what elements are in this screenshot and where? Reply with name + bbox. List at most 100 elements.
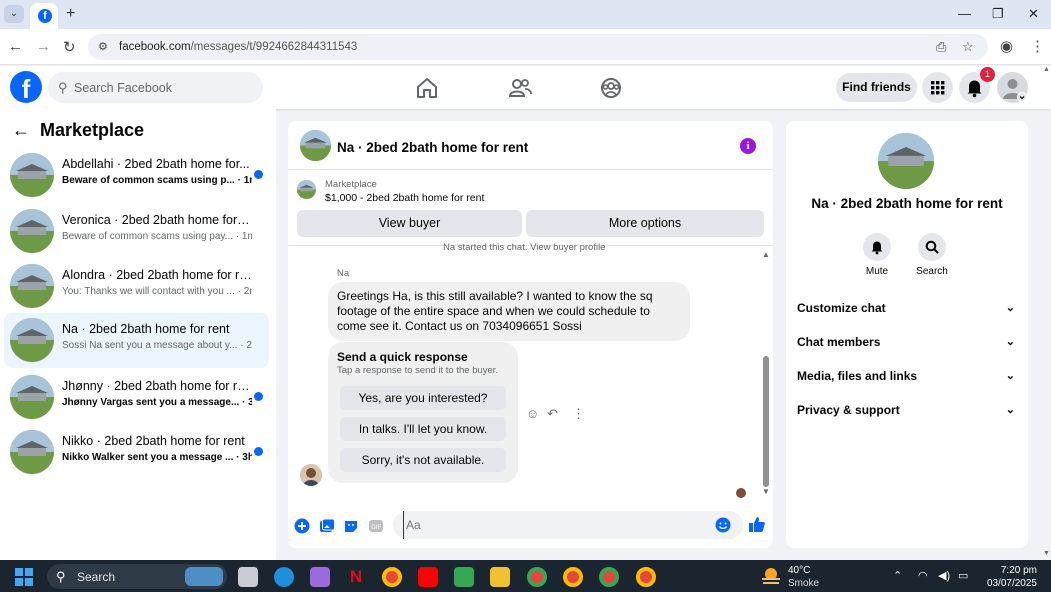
conversation-item[interactable]: Alondra · 2bed 2bath home for rent You: … (4, 259, 269, 314)
task-view-icon[interactable] (238, 567, 258, 587)
svg-text:GIF: GIF (371, 524, 381, 531)
play-store-icon[interactable] (454, 567, 474, 587)
chat-listing-thumbnail[interactable] (300, 130, 331, 161)
profile-icon[interactable]: ◉ (1000, 37, 1013, 55)
url-text[interactable]: facebook.com/messages/t/9924662844311543 (119, 41, 357, 53)
youtube-icon[interactable] (418, 567, 438, 587)
chrome-profile-icon[interactable] (527, 567, 547, 587)
mute-action[interactable]: Mute (857, 233, 897, 277)
tab-search-button[interactable]: ⌄ (4, 5, 24, 23)
chat-scrollbar-thumb[interactable] (763, 356, 769, 487)
taskbar-search[interactable]: ⚲ Search (47, 564, 227, 589)
more-actions-icon[interactable]: ⋮ (572, 406, 585, 422)
listing-mini-thumbnail (297, 180, 316, 199)
site-settings-icon[interactable]: ⚙ (98, 40, 108, 53)
message-input-wrap[interactable] (393, 511, 743, 539)
chevron-down-icon: ⌄ (1005, 404, 1015, 416)
find-friends-button[interactable]: Find friends (836, 73, 917, 102)
facebook-logo-icon[interactable]: f (10, 71, 42, 103)
clock[interactable]: 7:20 pm 03/07/2025 (985, 564, 1037, 590)
battery-icon[interactable]: ▭ (958, 569, 968, 582)
house-image-icon (10, 153, 54, 197)
scroll-down-icon[interactable]: ▼ (762, 487, 770, 496)
customize-chat-row[interactable]: Customize chat ⌄ (797, 301, 1019, 321)
conversation-item[interactable]: Nikko · 2bed 2bath home for rent Nikko W… (4, 425, 269, 480)
message-input[interactable] (403, 511, 703, 539)
quick-response-button[interactable]: Yes, are you interested? (340, 386, 506, 410)
conversation-preview: Sossi Na sent you a message about y... ·… (62, 340, 252, 351)
quick-response-button[interactable]: Sorry, it's not available. (340, 448, 506, 472)
copilot-icon[interactable] (310, 567, 330, 587)
thumbs-up-icon[interactable] (748, 515, 766, 533)
page-scroll-down-icon[interactable]: ▼ (1043, 550, 1050, 557)
volume-icon[interactable]: ◀) (938, 569, 950, 582)
new-tab-icon[interactable]: + (66, 5, 75, 23)
page-scrollbar[interactable]: ▲ ▼ (1043, 66, 1051, 560)
reload-icon[interactable]: ↻ (63, 38, 76, 56)
page-scroll-up-icon[interactable]: ▲ (1043, 66, 1050, 73)
omnibox[interactable]: ⚙ facebook.com/messages/t/99246628443115… (88, 34, 988, 60)
chrome-profile-icon[interactable] (563, 567, 583, 587)
photo-icon[interactable] (319, 518, 335, 534)
clock-time: 7:20 pm (1000, 565, 1037, 576)
privacy-support-row[interactable]: Privacy & support ⌄ (797, 403, 1019, 423)
browser-menu-icon[interactable]: ⋮ (1030, 37, 1045, 55)
chrome-profile-icon[interactable] (636, 567, 656, 587)
forward-icon[interactable]: → (36, 38, 51, 55)
chevron-up-icon[interactable]: ⌃ (893, 569, 902, 582)
mute-button[interactable] (863, 233, 891, 261)
file-explorer-icon[interactable] (490, 567, 510, 587)
view-buyer-button[interactable]: View buyer (297, 210, 522, 237)
home-icon[interactable] (413, 75, 441, 101)
more-options-button[interactable]: More options (526, 210, 764, 237)
sticker-icon[interactable] (343, 518, 359, 534)
minimize-icon[interactable]: — (958, 6, 971, 21)
friends-icon[interactable] (506, 75, 534, 101)
listing-thumbnail (10, 318, 54, 362)
menu-grid-button[interactable] (922, 72, 953, 103)
facebook-search[interactable]: ⚲ (48, 72, 263, 103)
search-action[interactable]: Search (912, 233, 952, 277)
back-arrow-icon[interactable]: ← (12, 120, 30, 140)
search-in-chat-button[interactable] (918, 233, 946, 261)
section-label: Media, files and links (797, 369, 918, 383)
quick-response-button[interactable]: In talks. I'll let you know. (340, 417, 506, 441)
details-listing-image[interactable] (878, 133, 934, 189)
message-bubble[interactable]: Greetings Ha, is this still available? I… (328, 282, 690, 341)
bookmark-star-icon[interactable]: ☆ (962, 39, 974, 55)
facebook-search-input[interactable] (74, 72, 254, 103)
restore-icon[interactable]: ❐ (992, 6, 1004, 22)
wifi-icon[interactable]: ◠ (918, 569, 928, 582)
windows-start-icon[interactable] (15, 568, 33, 586)
browser-tab-facebook[interactable]: f (30, 3, 58, 29)
chat-title[interactable]: Na · 2bed 2bath home for rent (337, 140, 528, 155)
netflix-icon[interactable]: N (346, 567, 366, 587)
groups-icon[interactable] (597, 75, 625, 101)
emoji-icon[interactable] (715, 517, 731, 533)
conversation-item-active[interactable]: Na · 2bed 2bath home for rent Sossi Na s… (4, 313, 269, 368)
gif-icon[interactable]: GIF (368, 518, 384, 534)
marketplace-inbox-panel: ← Marketplace Abdellahi · 2bed 2bath home… (0, 109, 276, 560)
conversation-item[interactable]: Abdellahi · 2bed 2bath home for... Bewar… (4, 148, 269, 203)
chrome-profile-icon[interactable] (599, 567, 619, 587)
edge-icon[interactable] (274, 567, 294, 587)
sender-avatar[interactable] (300, 464, 322, 486)
quick-response-subtitle: Tap a response to send it to the buyer. (337, 365, 499, 376)
account-avatar[interactable] (997, 72, 1028, 103)
chat-members-row[interactable]: Chat members ⌄ (797, 335, 1019, 355)
back-icon[interactable]: ← (8, 38, 23, 55)
plus-circle-icon[interactable] (294, 518, 310, 534)
close-window-icon[interactable]: ✕ (1028, 6, 1039, 22)
info-icon[interactable]: i (740, 138, 756, 154)
scroll-up-icon[interactable]: ▲ (762, 250, 770, 259)
listing-price[interactable]: $1,000 - 2bed 2bath home for rent (325, 192, 484, 204)
chrome-icon[interactable] (382, 567, 402, 587)
conversation-item[interactable]: Veronica · 2bed 2bath home for rent Bewa… (4, 204, 269, 259)
media-files-links-row[interactable]: Media, files and links ⌄ (797, 369, 1019, 389)
conversation-item[interactable]: Jhønny · 2bed 2bath home for re... Jhønn… (4, 370, 269, 425)
message-thread[interactable]: Na started this chat. View buyer profile… (288, 242, 773, 499)
react-emoji-icon[interactable]: ☺ (526, 406, 539, 421)
reply-icon[interactable]: ↶ (547, 406, 558, 422)
install-app-icon[interactable]: ⎙ (936, 39, 946, 55)
weather-icon[interactable] (760, 565, 782, 590)
